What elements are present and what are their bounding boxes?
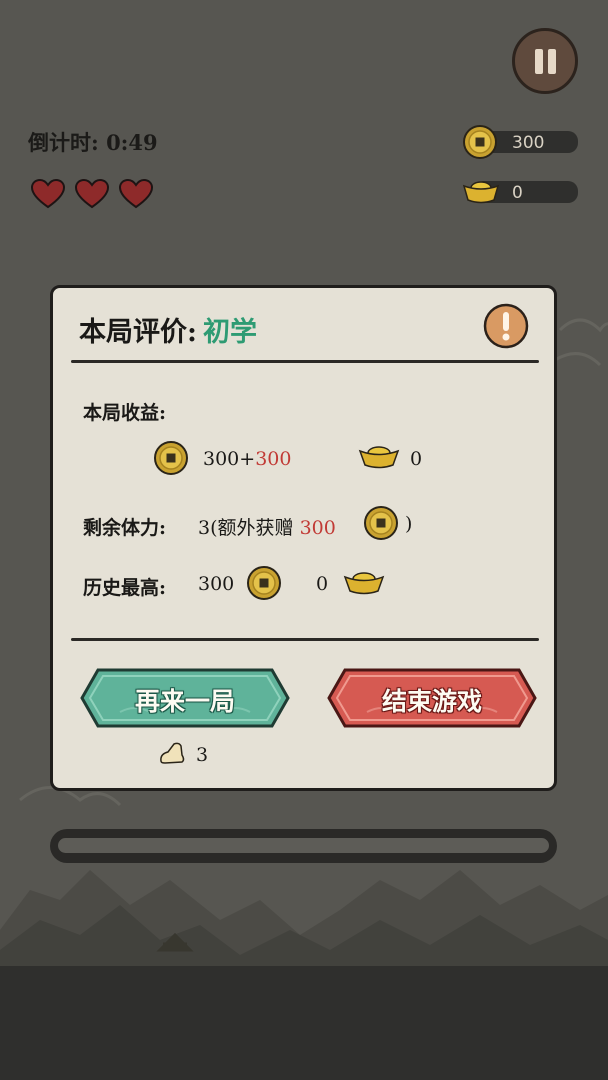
coin-icon [154,441,188,475]
footprint-icon [160,742,185,764]
earnings-coins-base: 300+ [203,448,256,470]
stamina-suffix: ) [405,513,413,535]
best-ingots: 0 [316,573,329,595]
heart-icon [31,179,65,209]
body-divider [71,638,539,641]
title-divider [71,360,539,363]
coin-count: 300 [512,133,545,153]
pause-button[interactable] [512,28,578,94]
earnings-ingots: 0 [410,448,423,470]
earnings-coins-bonus: 300 [255,448,292,470]
coin-counter: 300 [462,124,580,160]
earnings-coins: 300+300 [203,448,291,470]
rating-label: 本局评价: [79,317,197,348]
ingot-counter: 0 [462,174,580,210]
rank-value: 初学 [202,317,257,348]
best-coins: 300 [198,573,235,595]
stamina-label: 剩余体力: [83,517,167,539]
stamina-bonus: 300 [299,517,336,539]
ingot-icon [343,572,385,595]
ingot-icon [358,446,400,469]
end-game-button[interactable]: 结束游戏 [327,668,537,728]
coin-icon [463,125,497,159]
heart-icon [75,179,109,209]
bottom-band [0,966,608,1080]
stamina-prefix: 3(额外获赠 [198,517,294,539]
countdown-timer: 倒计时: 0:49 [28,130,158,155]
progress-track [58,838,549,853]
replay-button[interactable]: 再来一局 [80,668,290,728]
end-game-button-label: 结束游戏 [381,687,482,716]
replay-button-label: 再来一局 [134,687,235,716]
dialog-title: 本局评价: 初学 [79,310,257,349]
earnings-label: 本局收益: [83,402,167,424]
best-label: 历史最高: [83,577,167,599]
stamina-cost: 3 [196,744,209,766]
ingot-icon [462,181,500,204]
coin-icon [247,566,281,600]
heart-icon [119,179,153,209]
info-icon[interactable] [483,303,529,349]
result-dialog: 本局评价: 初学 本局收益: 300+300 0 剩余体力: 3(额外获赠 300… [50,285,557,791]
ingot-count: 0 [512,183,523,203]
progress-bar [50,829,557,863]
coin-icon [364,506,398,540]
stamina-value: 3(额外获赠 300 [198,513,336,540]
